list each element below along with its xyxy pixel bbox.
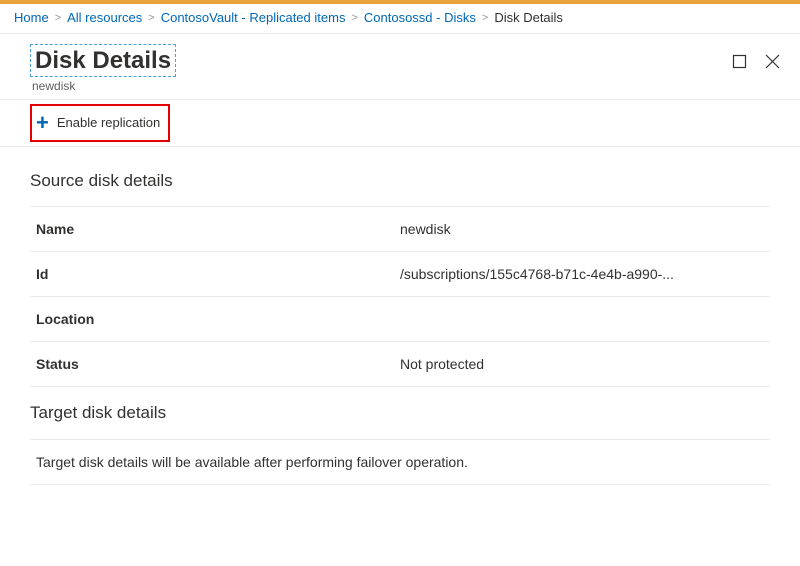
target-section-title: Target disk details xyxy=(30,403,770,423)
breadcrumb-current: Disk Details xyxy=(494,10,563,25)
blade-title-wrap: Disk Details newdisk xyxy=(30,44,176,93)
blade-controls xyxy=(732,44,780,72)
breadcrumb-vault[interactable]: ContosoVault - Replicated items xyxy=(161,10,346,25)
breadcrumb-all-resources[interactable]: All resources xyxy=(67,10,142,25)
page-title: Disk Details xyxy=(30,44,176,77)
breadcrumb-disks[interactable]: Contosossd - Disks xyxy=(364,10,476,25)
table-row: Status Not protected xyxy=(30,341,770,387)
prop-label-status: Status xyxy=(30,356,400,372)
breadcrumb-home[interactable]: Home xyxy=(14,10,49,25)
prop-label-name: Name xyxy=(30,221,400,237)
page-subtitle: newdisk xyxy=(30,79,176,93)
chevron-right-icon: > xyxy=(351,12,357,24)
prop-value-name: newdisk xyxy=(400,221,770,237)
toolbar: + Enable replication xyxy=(0,99,800,147)
enable-replication-button[interactable]: + Enable replication xyxy=(30,104,170,142)
prop-value-location xyxy=(400,311,770,327)
restore-icon[interactable] xyxy=(732,54,747,72)
chevron-right-icon: > xyxy=(148,12,154,24)
table-row: Location xyxy=(30,296,770,342)
close-icon[interactable] xyxy=(765,54,780,72)
source-details-table: Name newdisk Id /subscriptions/155c4768-… xyxy=(30,206,770,387)
table-row: Name newdisk xyxy=(30,206,770,252)
enable-replication-label: Enable replication xyxy=(57,115,160,130)
chevron-right-icon: > xyxy=(482,12,488,24)
target-info-message: Target disk details will be available af… xyxy=(30,439,770,485)
table-row: Id /subscriptions/155c4768-b71c-4e4b-a99… xyxy=(30,251,770,297)
content-area: Source disk details Name newdisk Id /sub… xyxy=(0,147,800,485)
plus-icon: + xyxy=(36,114,49,132)
prop-value-id: /subscriptions/155c4768-b71c-4e4b-a990-.… xyxy=(400,266,770,282)
blade-header: Disk Details newdisk xyxy=(0,34,800,99)
chevron-right-icon: > xyxy=(55,12,61,24)
breadcrumb: Home > All resources > ContosoVault - Re… xyxy=(0,4,800,34)
prop-label-id: Id xyxy=(30,266,400,282)
prop-label-location: Location xyxy=(30,311,400,327)
source-section-title: Source disk details xyxy=(30,171,770,191)
prop-value-status: Not protected xyxy=(400,356,770,372)
